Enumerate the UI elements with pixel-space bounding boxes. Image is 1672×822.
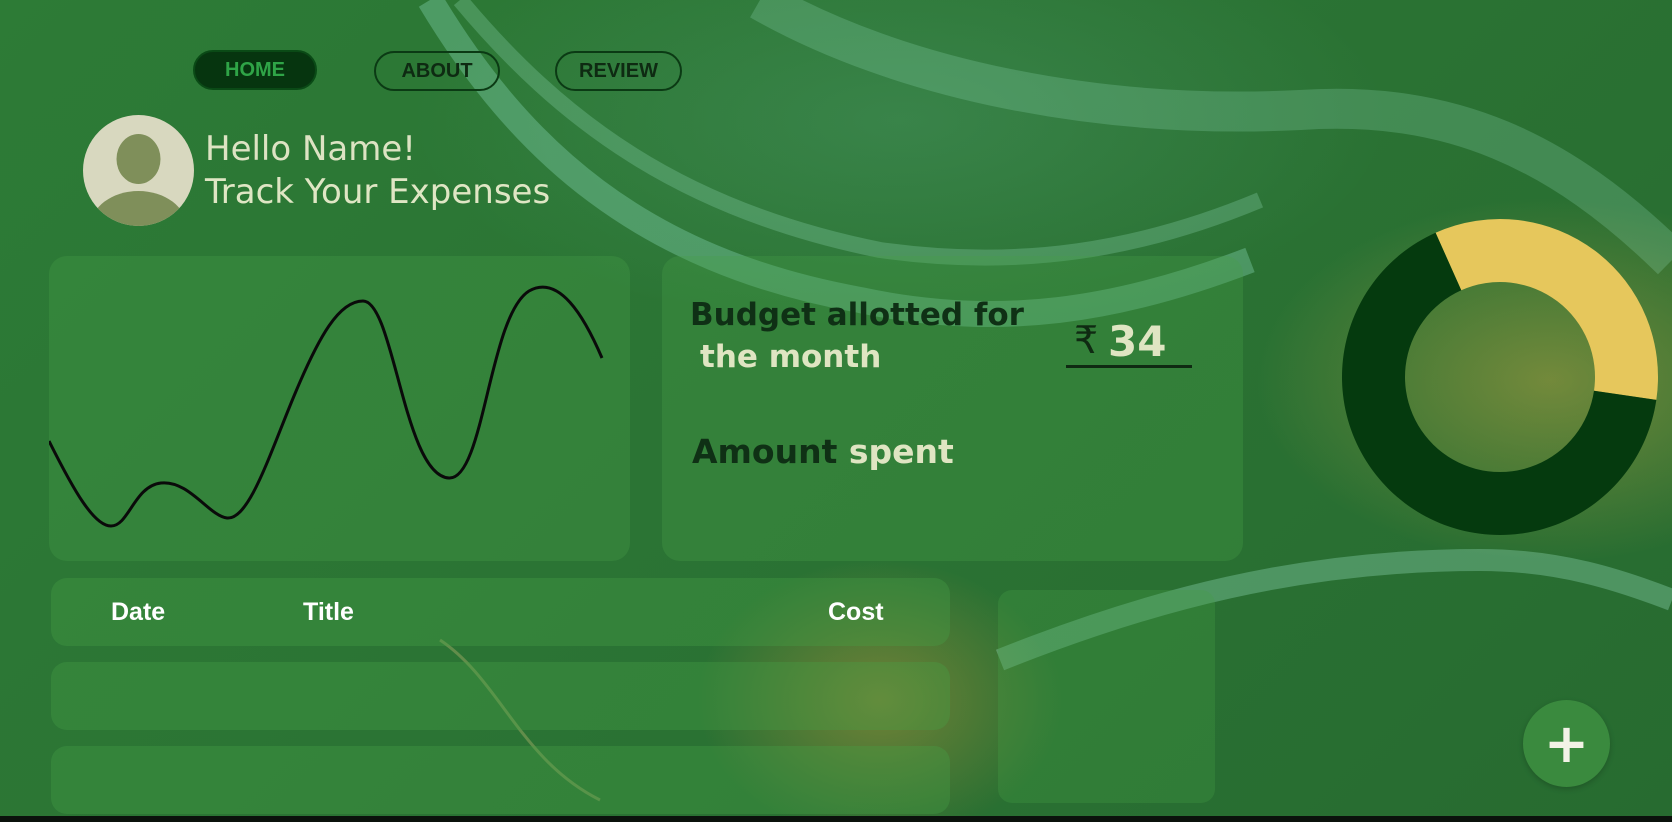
column-header-cost: Cost (828, 598, 884, 626)
budget-donut-chart (1342, 219, 1658, 536)
bottom-bar (0, 816, 1672, 822)
greeting-block: Hello Name! Track Your Expenses (205, 128, 550, 214)
budget-amount-input[interactable]: 34 (1108, 317, 1166, 366)
greeting-text: Hello Name! (205, 129, 416, 169)
table-row[interactable] (51, 662, 950, 730)
rupee-symbol: ₹ (1074, 318, 1099, 362)
column-header-date: Date (111, 598, 166, 626)
avatar[interactable] (83, 115, 194, 226)
budget-label-line2: the month (700, 339, 882, 375)
table-header-row (51, 578, 950, 646)
amount-spent-label: Amount spent (692, 432, 954, 471)
spending-trend-card (47, 256, 630, 561)
donut-segment-0 (1435, 219, 1658, 400)
tagline-text: Track Your Expenses (205, 172, 551, 212)
trend-line (47, 285, 604, 528)
user-silhouette-icon (90, 134, 187, 226)
table-row[interactable] (51, 746, 950, 814)
column-header-title: Title (303, 598, 354, 626)
nav-about-button[interactable]: ABOUT (374, 51, 500, 91)
budget-label: Budget allotted for the month (690, 294, 1050, 378)
nav-review-button[interactable]: REVIEW (555, 51, 682, 91)
plus-icon: + (1543, 712, 1590, 775)
nav-home-button[interactable]: HOME (193, 50, 317, 90)
amount-spent-word2: spent (848, 432, 954, 471)
budget-amount-underline (1066, 365, 1192, 368)
side-panel (998, 590, 1215, 803)
trend-line-chart (47, 285, 604, 528)
budget-label-line1: Budget allotted for (690, 297, 1024, 333)
amount-spent-word: Amount (692, 432, 838, 471)
add-expense-button[interactable]: + (1523, 700, 1610, 787)
